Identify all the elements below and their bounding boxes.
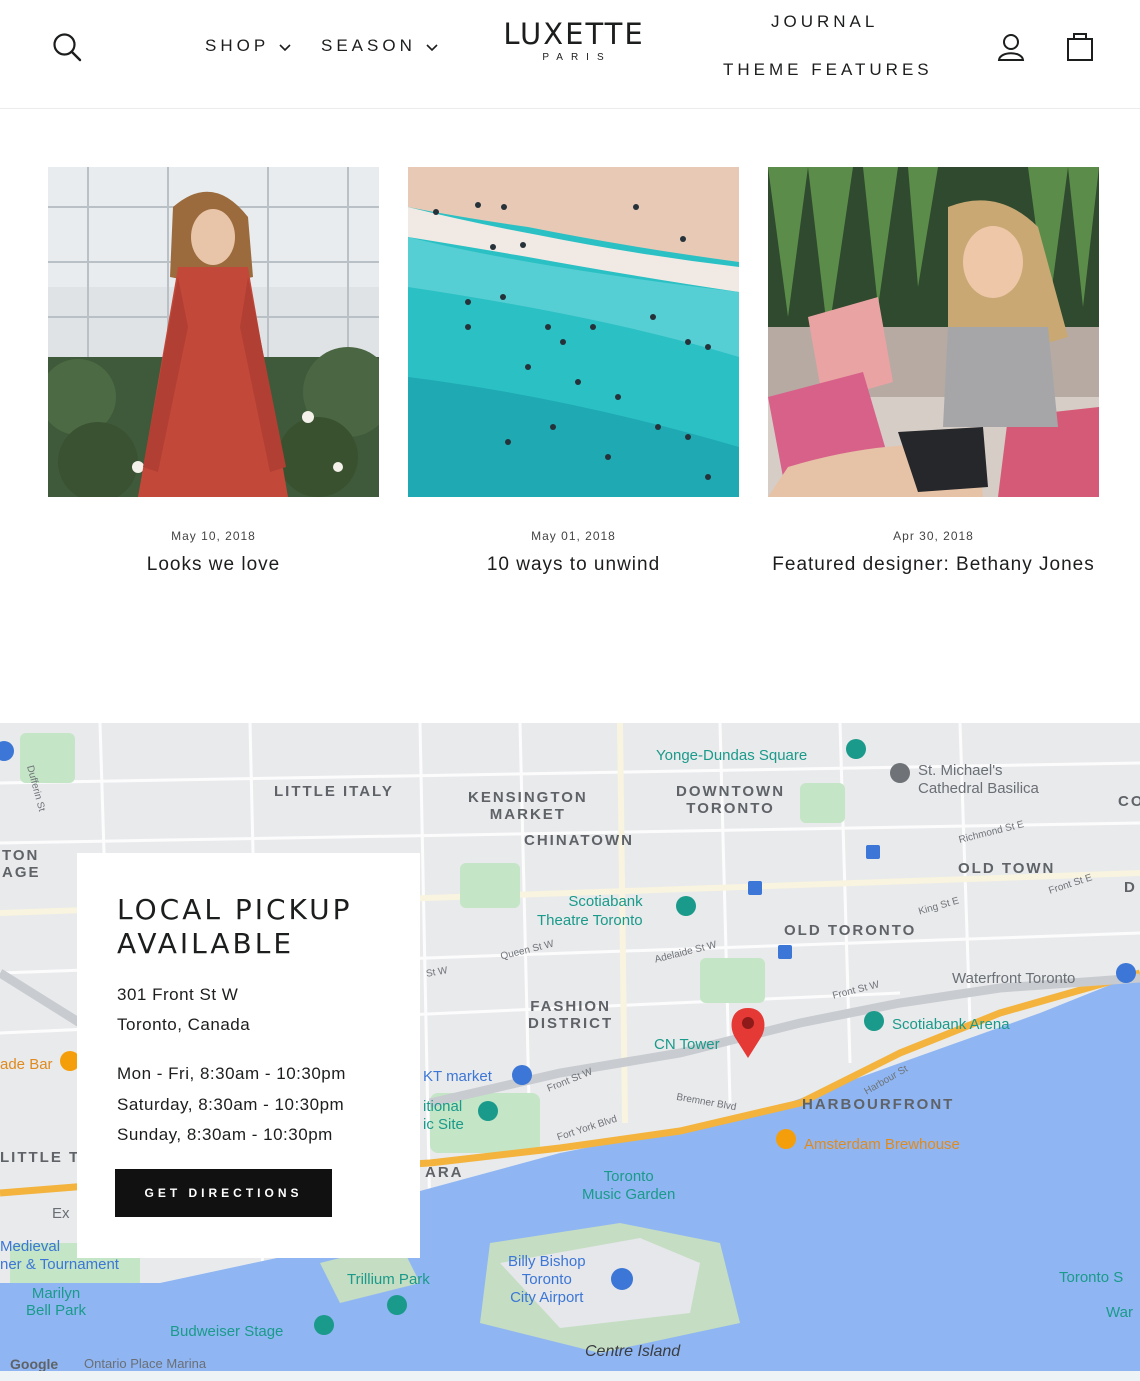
page-bottom-strip (0, 1371, 1140, 1381)
article-title[interactable]: 10 ways to unwind (408, 554, 739, 576)
pickup-hours: Saturday, 8:30am - 10:30pm (117, 1095, 345, 1114)
map-poi-label: Yonge-Dundas Square (656, 747, 808, 764)
map-poi-label: Billy Bishop Toronto City Airport (508, 1253, 586, 1306)
map-district-label: OLD TOWN (958, 860, 1056, 877)
nav-journal[interactable]: JOURNAL (771, 12, 878, 32)
map-poi-label: CN Tower (654, 1036, 720, 1053)
pickup-hours: Mon - Fri, 8:30am - 10:30pm (117, 1064, 346, 1083)
pickup-hours: Sunday, 8:30am - 10:30pm (117, 1125, 333, 1144)
get-directions-button[interactable]: GET DIRECTIONS (115, 1169, 332, 1217)
article-date: Apr 30, 2018 (893, 529, 974, 543)
map-poi-label: ade Bar (0, 1056, 53, 1073)
pickup-card: LOCAL PICKUP AVAILABLE 301 Front St W To… (77, 853, 420, 1258)
map-poi-label: Scotiabank Arena (892, 1016, 1010, 1033)
pickup-title-line2: AVAILABLE (117, 927, 295, 960)
map-poi-label: Toronto S (1059, 1269, 1124, 1286)
map-district-label: CO (1118, 793, 1140, 810)
nav-theme-features[interactable]: THEME FEATURES (723, 60, 933, 80)
article-date: May 10, 2018 (171, 529, 256, 543)
map-poi-label: Marilyn Bell Park (26, 1285, 87, 1319)
map-poi-label: Ex (52, 1205, 70, 1222)
nav-season-label: SEASON (321, 36, 416, 55)
map-poi-label: Scotiabank Theatre Toronto (537, 893, 643, 929)
map-district-label: D (1124, 879, 1137, 896)
nav-shop-label: SHOP (205, 36, 270, 55)
article-image[interactable] (48, 167, 379, 497)
map-district-label: HARBOURFRONT (802, 1096, 955, 1113)
map-district-label: KENSINGTON MARKET (468, 789, 588, 823)
store-map[interactable]: LITTLE ITALY KENSINGTON MARKET DOWNTOWN … (0, 723, 1140, 1371)
map-poi-label: Centre Island (585, 1343, 681, 1360)
account-icon[interactable] (997, 32, 1025, 67)
pickup-title: LOCAL PICKUP AVAILABLE (117, 893, 407, 961)
article-image[interactable] (408, 167, 739, 497)
map-poi-label: Toronto Music Garden (582, 1168, 676, 1203)
article-image[interactable] (768, 167, 1099, 497)
article-title[interactable]: Looks we love (48, 554, 379, 576)
map-poi-label: St. Michael's Cathedral Basilica (918, 762, 1039, 797)
logo-subtitle: PARIS (542, 52, 612, 63)
map-district-label: CHINATOWN (524, 832, 634, 849)
nav-season[interactable]: SEASON (321, 36, 438, 57)
map-district-label: ARA (425, 1164, 464, 1181)
article-card: May 10, 2018 Looks we love (48, 167, 379, 576)
article-title[interactable]: Featured designer: Bethany Jones (768, 554, 1099, 576)
site-logo[interactable]: LUXETTE PARIS (488, 18, 660, 63)
map-poi-label: Trillium Park (347, 1271, 430, 1288)
chevron-down-icon (426, 37, 438, 57)
nav-shop[interactable]: SHOP (205, 36, 291, 57)
map-poi-label: itional ic Site (423, 1098, 464, 1133)
logo-wordmark: LUXETTE (503, 17, 645, 51)
map-poi-label: Budweiser Stage (170, 1323, 284, 1340)
map-district-label: LITTLE ITALY (274, 783, 394, 800)
pickup-address-line2: Toronto, Canada (117, 1015, 251, 1034)
map-poi-label: War (1106, 1304, 1133, 1321)
article-card: May 01, 2018 10 ways to unwind (408, 167, 739, 576)
map-poi-label: KT market (423, 1068, 492, 1085)
map-district-label: DOWNTOWN TORONTO (676, 783, 786, 817)
pickup-title-line1: LOCAL PICKUP (117, 893, 353, 926)
map-poi-label: Amsterdam Brewhouse (804, 1136, 960, 1153)
pickup-address-line1: 301 Front St W (117, 985, 239, 1004)
map-district-label: OLD TORONTO (784, 922, 917, 939)
map-district-label: TON AGE (2, 847, 41, 881)
article-date: May 01, 2018 (531, 529, 616, 543)
site-header: SHOP SEASON LUXETTE PARIS JOURNAL THEME … (0, 0, 1140, 109)
map-poi-label: Waterfront Toronto (952, 970, 1076, 987)
cart-icon[interactable] (1066, 30, 1094, 67)
chevron-down-icon (279, 37, 291, 57)
map-poi-label: Ontario Place Marina (84, 1356, 207, 1371)
article-card: Apr 30, 2018 Featured designer: Bethany … (768, 167, 1099, 576)
map-district-label: FASHION DISTRICT (528, 998, 614, 1032)
map-attribution: Google (10, 1356, 59, 1371)
map-district-label: LITTLE T (0, 1149, 81, 1166)
search-icon[interactable] (52, 32, 82, 67)
